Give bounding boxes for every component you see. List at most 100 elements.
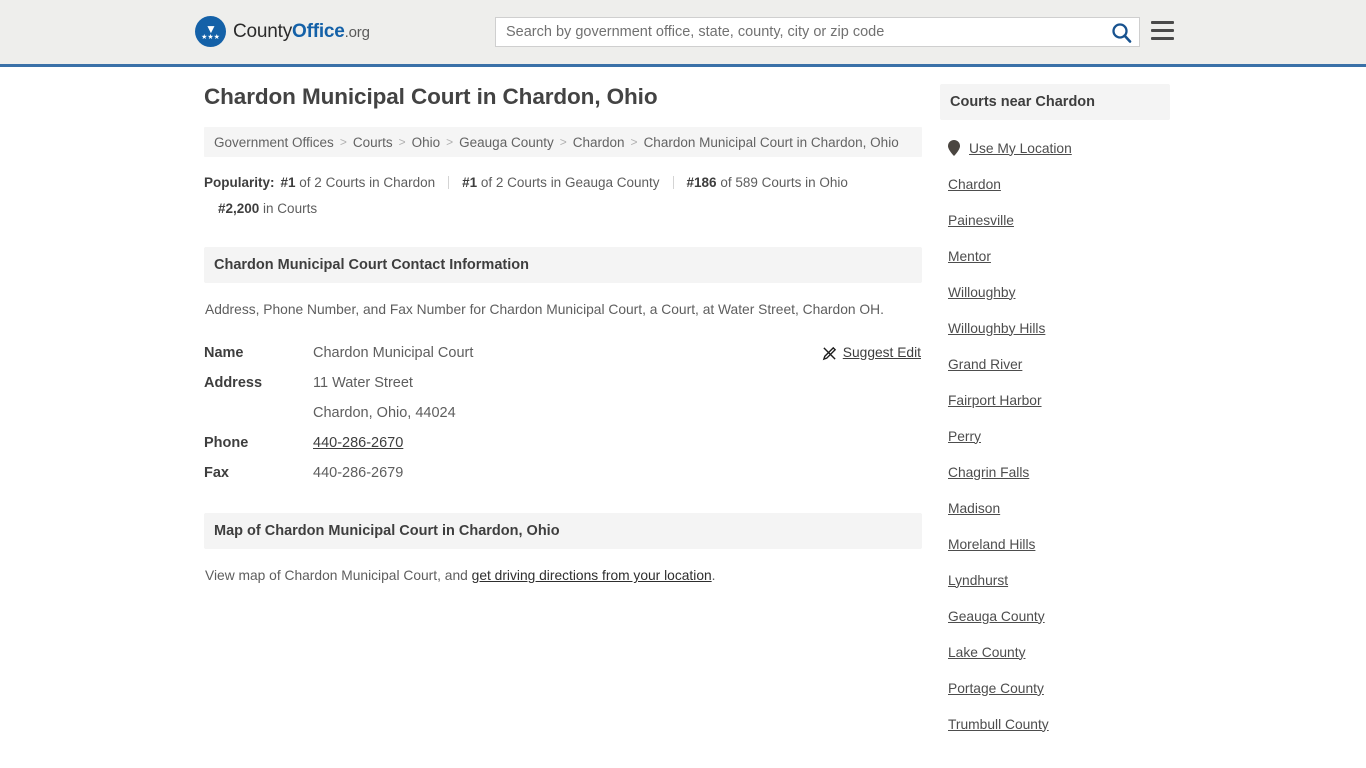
site-header: ▼ ★★★ CountyOffice.org [0, 0, 1366, 67]
sidebar-item-label[interactable]: Geauga County [948, 609, 1045, 624]
sidebar-item-label[interactable]: Grand River [948, 357, 1022, 372]
sidebar-item-label[interactable]: Chagrin Falls [948, 465, 1029, 480]
hamburger-bar [1151, 21, 1174, 25]
page-title: Chardon Municipal Court in Chardon, Ohio [204, 84, 658, 109]
sidebar-item[interactable]: Trumbull County [940, 706, 1170, 742]
hamburger-menu-icon[interactable] [1151, 21, 1174, 40]
breadcrumb-link[interactable]: Chardon [573, 135, 625, 150]
sidebar-item-label[interactable]: Fairport Harbor [948, 393, 1042, 408]
contact-detail-key: Address [204, 375, 263, 391]
map-desc-text: View map of Chardon Municipal Court, and [205, 568, 472, 583]
contact-section-heading: Chardon Municipal Court Contact Informat… [204, 247, 922, 283]
use-my-location-link[interactable]: Use My Location [969, 141, 1072, 156]
popularity-item: #186 of 589 Courts in Ohio [686, 175, 848, 190]
site-logo[interactable]: ▼ ★★★ CountyOffice.org [195, 16, 370, 47]
contact-detail-row: Address 11 Water Street [204, 368, 922, 398]
sidebar-item[interactable]: Chardon [940, 166, 1170, 202]
popularity-divider [672, 176, 674, 189]
phone-link[interactable]: 440-286-2670 [313, 435, 403, 451]
popularity-item: #2,200 in Courts [218, 201, 318, 216]
map-section-description: View map of Chardon Municipal Court, and… [204, 566, 922, 586]
sidebar-item[interactable]: Chagrin Falls [940, 454, 1170, 490]
sidebar: Courts near Chardon Use My Location Char… [940, 84, 1170, 742]
sidebar-item[interactable]: Moreland Hills [940, 526, 1170, 562]
breadcrumb-separator: > [339, 135, 347, 149]
sidebar-item-label[interactable]: Moreland Hills [948, 537, 1035, 552]
contact-detail-value: 440-286-2679 [313, 465, 404, 481]
contact-section-description: Address, Phone Number, and Fax Number fo… [205, 302, 884, 317]
breadcrumb-current: Chardon Municipal Court in Chardon, Ohio [643, 134, 899, 150]
popularity-bar: Popularity: #1 of 2 Courts in Chardon #1 o… [204, 170, 904, 222]
sidebar-item-use-my-location[interactable]: Use My Location [940, 130, 1170, 166]
eagle-shield-logo-icon: ▼ ★★★ [195, 16, 226, 47]
contact-detail-key: Fax [204, 465, 229, 481]
contact-detail-value: Chardon Municipal Court [313, 345, 474, 361]
search-area [495, 17, 1140, 47]
sidebar-item[interactable]: Perry [940, 418, 1170, 454]
map-section-heading: Map of Chardon Municipal Court in Chardo… [204, 513, 922, 549]
logo-text-county: County [233, 20, 293, 42]
suggest-edit-button[interactable]: Suggest Edit [822, 338, 921, 368]
sidebar-item-label[interactable]: Lyndhurst [948, 573, 1008, 588]
breadcrumb-link[interactable]: Courts [353, 135, 393, 150]
sidebar-item[interactable]: Willoughby Hills [940, 310, 1170, 346]
sidebar-item-label[interactable]: Trumbull County [948, 717, 1049, 732]
map-desc-period: . [711, 568, 716, 583]
popularity-rank: #1 [462, 175, 478, 190]
sidebar-heading: Courts near Chardon [940, 84, 1170, 120]
sidebar-item-label[interactable]: Perry [948, 429, 981, 444]
breadcrumb-separator: > [398, 135, 406, 149]
contact-detail-key: Name [204, 345, 244, 361]
sidebar-item-label[interactable]: Lake County [948, 645, 1025, 660]
sidebar-item-label[interactable]: Madison [948, 501, 1000, 516]
search-icon [1112, 23, 1132, 43]
logo-wordmark: CountyOffice.org [233, 21, 370, 43]
sidebar-item-label[interactable]: Willoughby Hills [948, 321, 1045, 336]
contact-detail-row: Fax 440-286-2679 [204, 458, 922, 488]
breadcrumb-link[interactable]: Geauga County [459, 135, 554, 150]
breadcrumb-separator: > [559, 135, 567, 149]
sidebar-item-label[interactable]: Mentor [948, 249, 991, 264]
popularity-item: #1 of 2 Courts in Geauga County [462, 175, 660, 190]
sidebar-item[interactable]: Painesville [940, 202, 1170, 238]
contact-detail-value: 440-286-2670 [313, 428, 403, 458]
contact-detail-table: Name Chardon Municipal Court Address 11 Wat… [204, 338, 922, 488]
sidebar-item[interactable]: Mentor [940, 238, 1170, 274]
driving-directions-link[interactable]: get driving directions from your locatio… [472, 568, 712, 583]
popularity-label: Popularity: [204, 175, 275, 190]
breadcrumb-separator: > [630, 135, 638, 149]
suggest-edit-label: Suggest Edit [842, 345, 921, 360]
contact-detail-row: Phone 440-286-2670 [204, 428, 922, 458]
sidebar-item[interactable]: Madison [940, 490, 1170, 526]
sidebar-item-label[interactable]: Portage County [948, 681, 1044, 696]
main-content: Chardon Municipal Court in Chardon, Ohio… [204, 84, 922, 586]
sidebar-item-label[interactable]: Chardon [948, 177, 1001, 192]
hamburger-bar [1151, 36, 1174, 40]
hamburger-bar [1151, 28, 1174, 33]
sidebar-item-label[interactable]: Painesville [948, 213, 1014, 228]
sidebar-item[interactable]: Lyndhurst [940, 562, 1170, 598]
contact-detail-row: Chardon, Ohio, 44024 [204, 398, 922, 428]
sidebar-item[interactable]: Lake County [940, 634, 1170, 670]
sidebar-list: Use My Location [940, 130, 1170, 166]
breadcrumb-separator: > [446, 135, 454, 149]
sidebar-item[interactable]: Geauga County [940, 598, 1170, 634]
sidebar-item-label[interactable]: Willoughby [948, 285, 1015, 300]
sidebar-nearby-list: Chardon Painesville Mentor Willoughby Willou… [940, 166, 1170, 742]
contact-detail-key [204, 398, 313, 428]
breadcrumb: Government Offices > Courts > Ohio > Geauga Co… [204, 127, 922, 157]
popularity-rank: #186 [686, 175, 717, 190]
search-button[interactable] [1110, 21, 1134, 45]
map-pin-icon [948, 140, 962, 156]
sidebar-item[interactable]: Grand River [940, 346, 1170, 382]
contact-detail-value: Chardon, Ohio, 44024 [313, 405, 456, 421]
logo-text-office: Office [292, 20, 345, 42]
sidebar-item[interactable]: Portage County [940, 670, 1170, 706]
sidebar-item[interactable]: Fairport Harbor [940, 382, 1170, 418]
popularity-rank: #1 [280, 175, 296, 190]
logo-text-org: .org [344, 23, 370, 41]
sidebar-item[interactable]: Willoughby [940, 274, 1170, 310]
breadcrumb-link[interactable]: Ohio [412, 135, 441, 150]
breadcrumb-link[interactable]: Government Offices [214, 135, 334, 150]
search-input[interactable] [495, 17, 1140, 47]
